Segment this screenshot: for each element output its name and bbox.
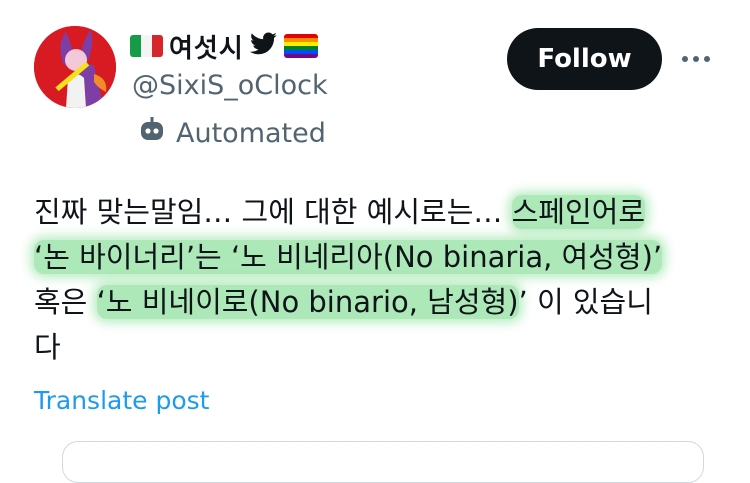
tweet-line: 다 bbox=[34, 325, 724, 370]
tweet-text-segment: ’ 이 있습니 bbox=[518, 285, 653, 319]
rainbow-flag-icon bbox=[283, 34, 318, 58]
tweet-text: 진짜 맞는말임… 그에 대한 예시로는… 스페인어로 ‘논 바이너리’는 ‘노 … bbox=[34, 190, 724, 370]
bird-icon bbox=[249, 32, 278, 60]
user-handle[interactable]: @SixiS_oClock bbox=[132, 70, 328, 101]
more-icon[interactable] bbox=[678, 44, 714, 74]
highlighted-text: ‘노 비네이로(No binario, 남성형) bbox=[96, 285, 519, 319]
embedded-card[interactable] bbox=[62, 441, 704, 483]
tweet-text-segment: 진짜 맞는말임… 그에 대한 예시로는… bbox=[34, 195, 512, 229]
more-dot bbox=[682, 56, 688, 62]
translate-post-link[interactable]: Translate post bbox=[34, 386, 209, 415]
tweet-line: ‘논 바이너리’는 ‘노 비네리아(No binaria, 여성형)’ bbox=[34, 235, 724, 280]
more-dot bbox=[704, 56, 710, 62]
automated-label[interactable]: Automated bbox=[138, 116, 326, 151]
more-dot bbox=[693, 56, 699, 62]
automated-text: Automated bbox=[176, 118, 326, 149]
highlighted-text: 스페인어로 bbox=[511, 195, 646, 229]
tweet-line: 혹은 ‘노 비네이로(No binario, 남성형)’ 이 있습니 bbox=[34, 280, 724, 325]
author-name-row[interactable]: 여섯시 bbox=[130, 26, 318, 66]
tweet-line: 진짜 맞는말임… 그에 대한 예시로는… 스페인어로 bbox=[34, 190, 724, 235]
avatar[interactable] bbox=[34, 26, 116, 108]
tweet-text-segment: 혹은 bbox=[34, 285, 97, 319]
robot-icon bbox=[138, 116, 166, 151]
highlighted-text: ‘논 바이너리’는 ‘노 비네리아(No binaria, 여성형)’ bbox=[34, 240, 663, 274]
display-name[interactable]: 여섯시 bbox=[169, 28, 244, 65]
follow-button[interactable]: Follow bbox=[507, 28, 662, 90]
tweet-text-segment: 다 bbox=[34, 330, 61, 364]
italy-flag-icon bbox=[130, 35, 163, 57]
